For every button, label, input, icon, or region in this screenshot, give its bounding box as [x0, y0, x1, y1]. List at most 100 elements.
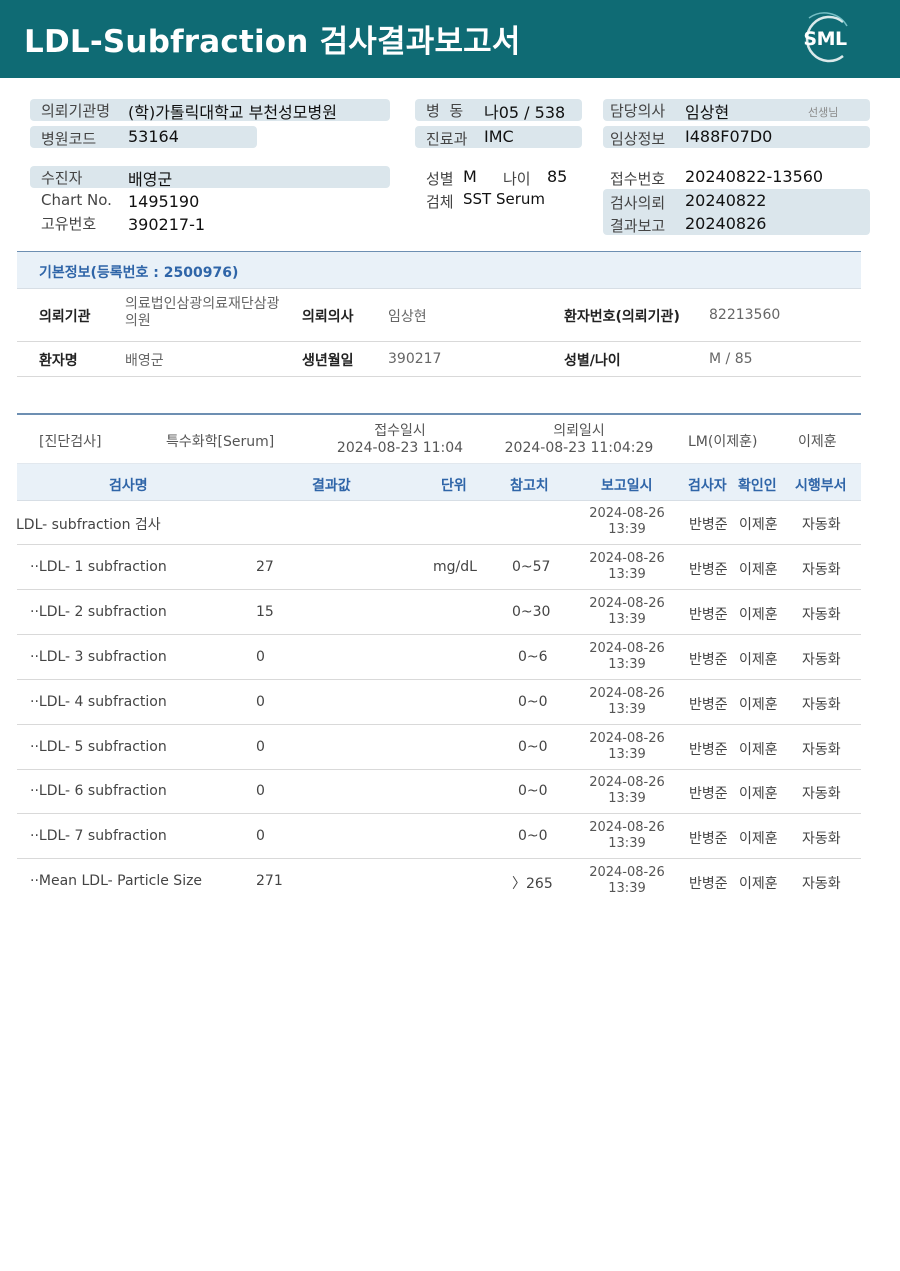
result-cell: 15: [256, 603, 274, 620]
col-confirmer: 확인인: [738, 478, 777, 494]
department-cell: 자동화: [802, 696, 841, 713]
confirmer-cell: 이제훈: [739, 561, 778, 578]
logo-text: SML: [803, 28, 847, 50]
department-cell: 자동화: [802, 831, 841, 848]
receipt-datetime-value: 2024-08-23 11:04: [336, 440, 464, 456]
col-department: 시행부서: [795, 478, 847, 494]
table-row: ··LDL- 2 subfraction 15 0~30 반병준 이제훈 자동화 2024-…: [0, 590, 861, 635]
reference-cell: 0~0: [518, 828, 548, 845]
test-name-cell: ··Mean LDL- Particle Size: [30, 873, 203, 890]
request-datetime-value: 2024-08-23 11:04:29: [504, 440, 654, 456]
reference-cell: 0~57: [512, 558, 551, 575]
report-date: 2024-08-26: [589, 685, 665, 701]
test-request-label: 검사의뢰: [610, 194, 666, 212]
tester-cell: 반병준: [689, 651, 728, 668]
confirmer-cell: 이제훈: [739, 786, 778, 803]
patient-number-value: 82213560: [709, 307, 781, 323]
unique-no-value: 390217-1: [128, 215, 206, 234]
report-datetime-cell: 2024-08-26 13:39: [577, 775, 677, 807]
confirmer-cell: 이제훈: [739, 696, 778, 713]
department-cell: 자동화: [802, 651, 841, 668]
doctor-honorific: 선생님: [808, 106, 839, 119]
diagnosis-category: [진단검사]: [39, 434, 102, 450]
age-label: 나이: [503, 170, 531, 188]
confirmer-name: 이제훈: [798, 434, 837, 450]
table-row: ··LDL- 6 subfraction 0 0~0 반병준 이제훈 자동화 2024-08…: [0, 769, 861, 815]
test-name-cell: ··LDL- 7 subfraction: [30, 828, 167, 845]
basic-info-header: 기본정보(등록번호 : 2500976): [17, 252, 861, 289]
confirmer-cell: 이제훈: [739, 741, 778, 758]
report-datetime-cell: 2024-08-26 13:39: [577, 506, 677, 538]
report-datetime-cell: 2024-08-26 13:39: [577, 596, 677, 628]
hospital-name-value: (학)가톨릭대학교 부천성모병원: [128, 103, 337, 122]
report-date: 2024-08-26: [589, 595, 665, 611]
test-name-cell: ··LDL- 3 subfraction: [30, 648, 167, 665]
institution-label: 의뢰기관: [39, 309, 91, 325]
receipt-no-label: 접수번호: [610, 170, 666, 188]
tester-cell: 반병준: [689, 831, 728, 848]
department-cell: 자동화: [802, 786, 841, 803]
report-title: LDL-Subfraction 검사결과보고서: [24, 24, 521, 60]
diagnosis-type: 특수화학[Serum]: [166, 434, 275, 450]
results-table-header: 검사명 결과값 단위 참고치 보고일시 검사자 확인인 시행부서: [17, 463, 861, 501]
report-date: 2024-08-26: [589, 865, 665, 881]
request-datetime-label: 의뢰일시: [553, 423, 605, 439]
ward-value: 나05 / 538: [484, 103, 566, 122]
chart-no-label: Chart No.: [41, 191, 112, 209]
test-request-value: 20240822: [685, 191, 767, 210]
report-date: 2024-08-26: [589, 550, 665, 566]
report-date: 2024-08-26: [589, 640, 665, 656]
report-date: 2024-08-26: [589, 730, 665, 746]
col-tester: 검사자: [688, 478, 727, 494]
specimen-value: SST Serum: [463, 190, 546, 208]
report-datetime-cell: 2024-08-26 13:39: [577, 686, 677, 718]
patient-value: 배영군: [128, 170, 173, 189]
receipt-datetime: 접수일시 2024-08-23 11:04: [330, 423, 470, 457]
table-row: ··LDL- 1 subfraction 27 mg/dL 0~57 반병준 이제훈 자동화…: [0, 545, 861, 590]
report-datetime-cell: 2024-08-26 13:39: [577, 820, 677, 852]
tester-cell: 반병준: [689, 517, 728, 533]
reference-cell: 0~0: [518, 783, 548, 800]
institution-value: 의료법인삼광의료재단삼광의원: [125, 296, 280, 329]
department-cell: 자동화: [802, 517, 841, 533]
doctor-label: 담당의사: [610, 102, 666, 120]
confirmer-cell: 이제훈: [739, 517, 778, 533]
request-datetime: 의뢰일시 2024-08-23 11:04:29: [500, 423, 658, 457]
report-time: 13:39: [608, 656, 646, 672]
test-name-cell: ··LDL- 1 subfraction: [30, 558, 167, 575]
sex-age-label: 성별/나이: [564, 353, 621, 369]
tester-cell: 반병준: [689, 606, 728, 623]
birth-date-label: 생년월일: [302, 353, 354, 369]
receipt-no-value: 20240822-13560: [685, 167, 824, 186]
result-cell: 271: [256, 873, 283, 890]
report-datetime-cell: 2024-08-26 13:39: [577, 731, 677, 763]
test-name-cell: ··LDL- 4 subfraction: [30, 693, 167, 710]
result-report-label: 결과보고: [610, 217, 666, 235]
table-row: ··LDL- 7 subfraction 0 0~0 반병준 이제훈 자동화 2024-08…: [0, 814, 861, 860]
confirmer-cell: 이제훈: [739, 606, 778, 623]
col-test-name: 검사명: [109, 478, 148, 494]
department-cell: 자동화: [802, 876, 841, 893]
hospital-name-label: 의뢰기관명: [41, 102, 111, 120]
report-datetime-cell: 2024-08-26 13:39: [577, 865, 677, 897]
result-cell: 0: [256, 693, 265, 710]
reference-cell: 0~6: [518, 648, 548, 665]
result-cell: 0: [256, 738, 265, 755]
table-row: ··LDL- 4 subfraction 0 0~0 반병준 이제훈 자동화 2024-08…: [0, 680, 861, 725]
report-time: 13:39: [608, 881, 646, 897]
patient-name-value: 배영군: [125, 353, 164, 369]
test-name-cell: LDL- subfraction 검사: [16, 517, 161, 533]
age-value: 85: [547, 167, 568, 186]
report-time: 13:39: [608, 746, 646, 762]
result-cell: 27: [256, 558, 274, 575]
hospital-code-label: 병원코드: [41, 130, 97, 148]
requesting-doctor-label: 의뢰의사: [302, 309, 354, 325]
test-name-cell: ··LDL- 2 subfraction: [30, 603, 167, 620]
clinical-info-value: I488F07D0: [685, 127, 773, 146]
col-unit: 단위: [441, 478, 467, 494]
clinical-info-label: 임상정보: [610, 130, 666, 148]
report-time: 13:39: [608, 836, 646, 852]
hospital-code-value: 53164: [128, 127, 179, 146]
col-reference: 참고치: [510, 478, 549, 494]
department-value: IMC: [484, 127, 514, 146]
